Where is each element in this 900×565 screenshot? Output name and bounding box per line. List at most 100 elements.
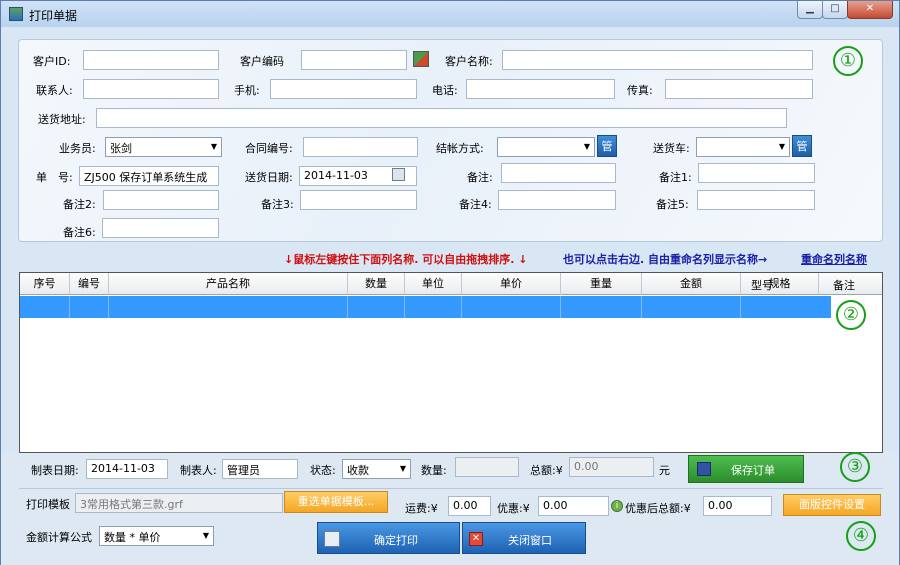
column-header[interactable]: 金额 xyxy=(642,273,741,295)
total-unit: 元 xyxy=(659,464,670,477)
template-input: 3常用格式第三款.grf xyxy=(75,493,283,513)
note2-input[interactable] xyxy=(103,190,219,210)
column-header[interactable]: 重量 xyxy=(561,273,642,295)
chevron-down-icon: ▼ xyxy=(210,142,217,151)
status-select[interactable]: 收款 ▼ xyxy=(342,459,411,479)
vehicle-label: 送货车: xyxy=(653,142,690,155)
note1-label: 备注1: xyxy=(659,171,692,184)
column-header[interactable]: 序号 xyxy=(20,273,70,295)
customer-code-label: 客户编码 xyxy=(240,55,284,68)
phone-label: 电话: xyxy=(432,84,458,97)
after-discount-input[interactable]: 0.00 xyxy=(703,496,772,516)
title-bar: 打印单据 ▁ □ ✕ xyxy=(1,1,899,27)
note3-input[interactable] xyxy=(300,190,417,210)
order-no-label: 单 号: xyxy=(36,171,73,184)
qty-label: 数量: xyxy=(421,464,447,477)
contract-label: 合同编号: xyxy=(245,142,293,155)
formula-value: 数量 * 单价 xyxy=(104,531,161,544)
note4-input[interactable] xyxy=(498,190,616,210)
total-label: 总额:¥ xyxy=(530,464,563,477)
salesman-select[interactable]: 张剑 ▼ xyxy=(105,137,222,157)
column-header[interactable]: 数量 xyxy=(348,273,405,295)
table-row[interactable] xyxy=(20,296,831,318)
discount-input[interactable]: 0.00 xyxy=(538,496,609,516)
chevron-down-icon: ▼ xyxy=(399,464,406,473)
salesman-label: 业务员: xyxy=(59,142,96,155)
made-date-label: 制表日期: xyxy=(31,464,79,477)
manage-settle-button[interactable]: 管 xyxy=(597,135,617,157)
calendar-icon[interactable] xyxy=(392,168,405,181)
chevron-down-icon: ▼ xyxy=(583,142,590,151)
column-header[interactable]: 单位 xyxy=(405,273,462,295)
section-marker-4: ④ xyxy=(846,521,876,551)
note1-input[interactable] xyxy=(698,163,815,183)
column-header[interactable]: 型号 xyxy=(751,277,773,293)
contract-input[interactable] xyxy=(303,137,418,157)
freight-input[interactable]: 0.00 xyxy=(448,496,491,516)
freight-label: 运费:¥ xyxy=(405,502,438,515)
made-date-input[interactable]: 2014-11-03 xyxy=(86,459,168,479)
section-marker-2: ② xyxy=(836,300,866,330)
address-input[interactable] xyxy=(96,108,787,128)
note5-input[interactable] xyxy=(697,190,815,210)
salesman-value: 张剑 xyxy=(110,142,132,155)
note6-input[interactable] xyxy=(102,218,219,238)
mobile-label: 手机: xyxy=(234,84,260,97)
close-window-bottom-button[interactable]: ✕ 关闭窗口 xyxy=(462,522,586,554)
fax-input[interactable] xyxy=(665,79,813,99)
section-marker-1: ① xyxy=(833,46,863,76)
mobile-input[interactable] xyxy=(270,79,417,99)
maker-label: 制表人: xyxy=(180,464,217,477)
rename-columns-link[interactable]: 重命名列名称 xyxy=(801,251,867,267)
formula-select[interactable]: 数量 * 单价 ▼ xyxy=(99,526,214,546)
fax-label: 传真: xyxy=(627,84,653,97)
note-input[interactable] xyxy=(501,163,616,183)
customer-id-input[interactable] xyxy=(83,50,219,70)
close-window-button[interactable]: ✕ xyxy=(847,1,893,19)
column-header[interactable]: 备注 xyxy=(833,277,855,293)
after-discount-label: 优惠后总额:¥ xyxy=(625,502,691,515)
column-header[interactable]: 产品名称 xyxy=(109,273,348,295)
customer-name-label: 客户名称: xyxy=(445,55,493,68)
column-header[interactable]: 编号 xyxy=(70,273,109,295)
status-label: 状态: xyxy=(310,464,336,477)
status-value: 收款 xyxy=(347,464,369,477)
contact-input[interactable] xyxy=(83,79,219,99)
divider xyxy=(19,488,883,489)
confirm-print-button[interactable]: 确定打印 xyxy=(317,522,460,554)
formula-label: 金额计算公式 xyxy=(26,531,92,544)
phone-input[interactable] xyxy=(466,79,615,99)
settle-select[interactable]: ▼ xyxy=(497,137,595,157)
drag-sort-hint: ↓鼠标左键按住下面列名称. 可以自由拖拽排序. ↓ xyxy=(284,253,528,266)
column-header[interactable]: 单价 xyxy=(462,273,561,295)
panel-settings-button[interactable]: 面版控件设置 xyxy=(783,494,881,516)
app-icon xyxy=(9,7,23,21)
window-title: 打印单据 xyxy=(29,9,78,23)
order-items-grid[interactable]: 序号 编号 产品名称 数量 单位 单价 重量 金额 规格 xyxy=(19,272,883,453)
customer-lookup-icon[interactable] xyxy=(413,51,429,67)
chevron-down-icon: ▼ xyxy=(202,531,209,540)
note-label: 备注: xyxy=(467,171,493,184)
reselect-template-button[interactable]: 重选单据模板... xyxy=(284,491,388,513)
order-no-input[interactable]: ZJ500 保存订单系统生成 xyxy=(79,166,219,186)
discount-label: 优惠:¥ xyxy=(497,502,530,515)
note4-label: 备注4: xyxy=(459,198,492,211)
customer-code-input[interactable] xyxy=(301,50,407,70)
save-order-button[interactable]: 保存订单 xyxy=(688,455,804,483)
manage-vehicle-button[interactable]: 管 xyxy=(792,135,812,157)
minimize-button[interactable]: ▁ xyxy=(797,1,823,19)
save-icon xyxy=(697,462,711,476)
note3-label: 备注3: xyxy=(261,198,294,211)
settle-label: 结帐方式: xyxy=(436,142,484,155)
maker-input[interactable]: 管理员 xyxy=(222,459,298,479)
address-label: 送货地址: xyxy=(38,113,86,126)
printer-icon xyxy=(324,531,340,547)
customer-name-input[interactable] xyxy=(502,50,813,70)
maximize-button[interactable]: □ xyxy=(822,1,848,19)
vehicle-select[interactable]: ▼ xyxy=(696,137,790,157)
qty-input xyxy=(455,457,519,477)
info-icon: i xyxy=(611,500,623,512)
rename-hint: 也可以点击右边. 自由重命名列显示名称→ xyxy=(563,253,768,266)
note6-label: 备注6: xyxy=(63,226,96,239)
section-marker-3: ③ xyxy=(840,452,870,482)
